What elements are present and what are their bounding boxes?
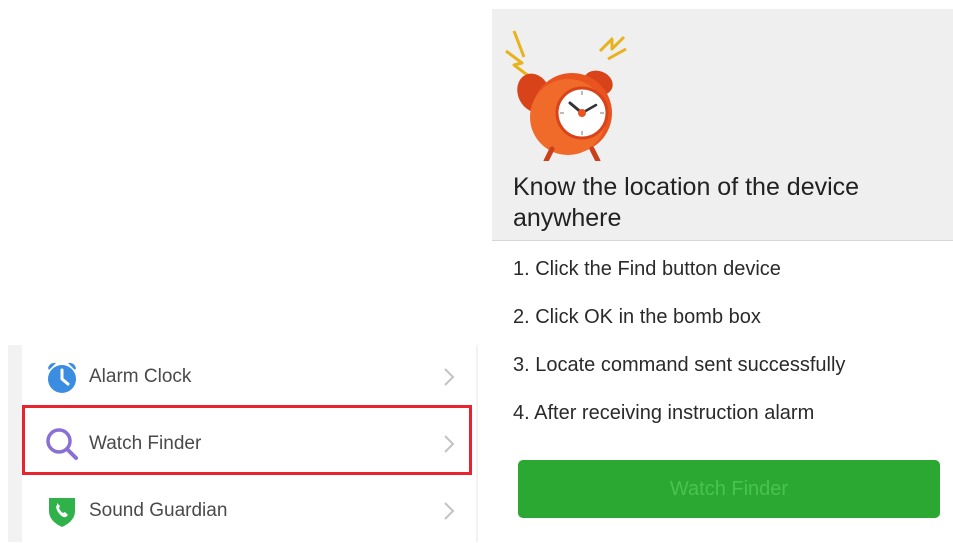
menu-item-label: Alarm Clock — [89, 366, 192, 387]
instruction-step: 2. Click OK in the bomb box — [513, 306, 761, 328]
finder-hero: Know the location of the device anywhere — [492, 9, 953, 241]
alarm-clock-illustration — [505, 30, 627, 161]
finder-panel: Know the location of the device anywhere… — [492, 9, 953, 542]
menu-list: Alarm Clock Watch Finder Sound Guardian — [22, 345, 476, 542]
menu-item-label: Sound Guardian — [89, 500, 228, 521]
search-icon — [44, 426, 80, 462]
instruction-steps: 1. Click the Find button device 2. Click… — [513, 254, 943, 446]
alarm-clock-icon — [44, 359, 80, 395]
instruction-step: 3. Locate command sent successfully — [513, 354, 846, 376]
menu-panel: Alarm Clock Watch Finder Sound Guardian — [8, 345, 478, 542]
menu-item-label: Watch Finder — [89, 433, 202, 454]
chevron-right-icon — [444, 502, 455, 520]
menu-item-watch-finder[interactable]: Watch Finder — [22, 412, 476, 476]
finder-title: Know the location of the device anywhere — [513, 173, 860, 232]
menu-item-sound-guardian[interactable]: Sound Guardian — [22, 479, 476, 543]
instruction-step: 1. Click the Find button device — [513, 258, 781, 280]
watch-finder-button[interactable]: Watch Finder — [518, 460, 940, 518]
chevron-right-icon — [444, 435, 455, 453]
instruction-step: 4. After receiving instruction alarm — [513, 402, 815, 424]
chevron-right-icon — [444, 368, 455, 386]
shield-phone-icon — [44, 493, 80, 529]
menu-item-alarm-clock[interactable]: Alarm Clock — [22, 345, 476, 409]
